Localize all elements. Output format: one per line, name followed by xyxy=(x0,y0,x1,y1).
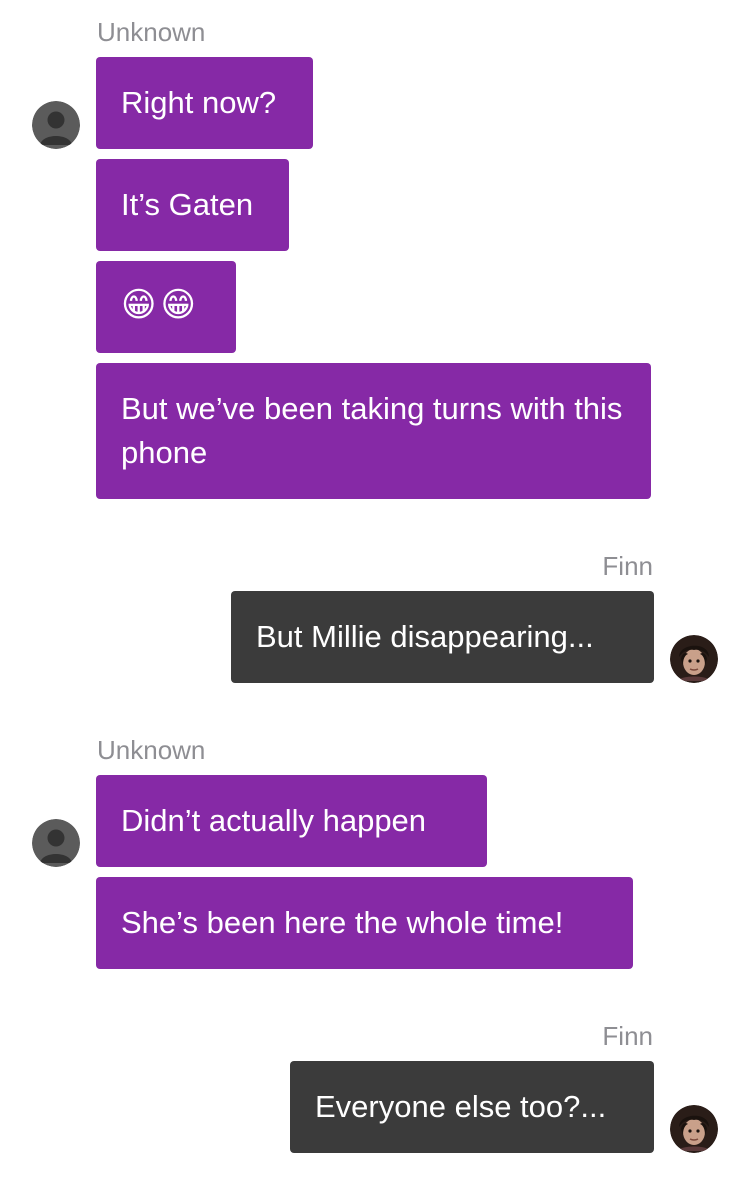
finn-avatar-icon[interactable] xyxy=(670,1105,718,1153)
message-bubble[interactable]: It’s Gaten xyxy=(96,159,289,251)
default-person-icon[interactable] xyxy=(32,101,80,149)
message-bubble[interactable]: She’s been here the whole time! xyxy=(96,877,633,969)
message-bubble[interactable]: Didn’t actually happen xyxy=(96,775,487,867)
sender-name: Finn xyxy=(602,551,653,581)
message-bubble[interactable]: But Millie disappearing... xyxy=(231,591,654,683)
sender-name: Unknown xyxy=(97,17,206,47)
message-bubble[interactable]: Right now? xyxy=(96,57,313,149)
finn-avatar-icon[interactable] xyxy=(670,635,718,683)
default-person-icon[interactable] xyxy=(32,819,80,867)
sender-name: Finn xyxy=(602,1021,653,1051)
message-bubble[interactable]: Everyone else too?... xyxy=(290,1061,654,1153)
sender-name: Unknown xyxy=(97,735,206,765)
message-bubble[interactable]: 😁😁 xyxy=(96,261,236,353)
message-bubble[interactable]: But we’ve been taking turns with this ph… xyxy=(96,363,651,499)
